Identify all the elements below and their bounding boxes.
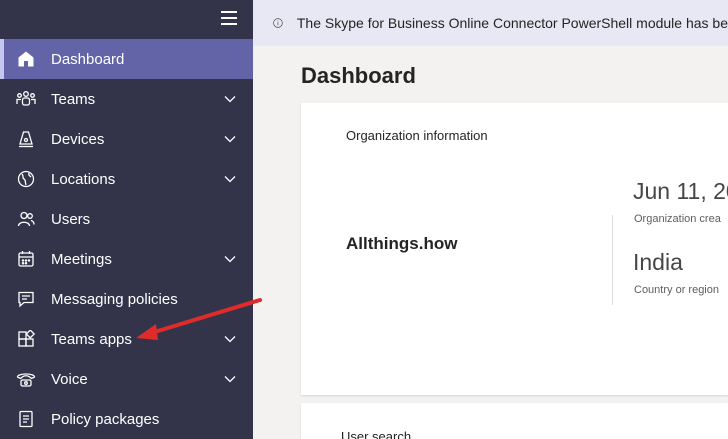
hamburger-menu-icon[interactable] — [221, 11, 237, 27]
banner-message: The Skype for Business Online Connector … — [296, 15, 728, 31]
chat-icon — [16, 289, 36, 309]
card-divider — [612, 215, 613, 305]
page-title: Dashboard — [301, 63, 416, 88]
sidebar-item-devices[interactable]: Devices — [0, 119, 253, 159]
calendar-icon — [16, 249, 36, 269]
apps-icon — [16, 329, 36, 349]
organization-created-label: Organization crea — [634, 213, 721, 225]
sidebar-item-label: Teams apps — [51, 330, 132, 348]
sidebar-item-label: Policy packages — [51, 410, 160, 428]
phone-icon — [16, 369, 36, 389]
teams-icon — [16, 89, 36, 109]
package-icon — [16, 409, 36, 429]
devices-icon — [16, 129, 36, 149]
sidebar-item-label: Devices — [51, 130, 105, 148]
sidebar-item-label: Teams — [51, 90, 96, 108]
sidebar-item-meetings[interactable]: Meetings — [0, 239, 253, 279]
sidebar-item-teams[interactable]: Teams — [0, 79, 253, 119]
sidebar-item-voice[interactable]: Voice — [0, 359, 253, 399]
sidebar-item-label: Locations — [51, 170, 116, 188]
sidebar-item-policy-packages[interactable]: Policy packages — [0, 399, 253, 439]
sidebar-item-messaging-policies[interactable]: Messaging policies — [0, 279, 253, 319]
sidebar-item-label: Voice — [51, 370, 88, 388]
sidebar-header — [0, 0, 253, 39]
chevron-down-icon[interactable] — [223, 172, 237, 186]
info-icon — [273, 18, 283, 28]
sidebar-item-locations[interactable]: Locations — [0, 159, 253, 199]
users-icon — [16, 209, 36, 229]
globe-icon — [16, 169, 36, 189]
chevron-down-icon[interactable] — [223, 372, 237, 386]
chevron-down-icon[interactable] — [223, 92, 237, 106]
sidebar-item-label: Messaging policies — [51, 290, 178, 308]
country-label: Country or region — [634, 284, 719, 296]
sidebar-item-teams-apps[interactable]: Teams apps — [0, 319, 253, 359]
chevron-down-icon[interactable] — [223, 332, 237, 346]
notification-banner: The Skype for Business Online Connector … — [253, 0, 728, 46]
card-title: User search — [341, 429, 412, 439]
sidebar-item-users[interactable]: Users — [0, 199, 253, 239]
sidebar-item-label: Dashboard — [51, 50, 125, 68]
sidebar-item-label: Users — [51, 210, 91, 228]
country-value: India — [633, 249, 683, 275]
home-icon — [16, 49, 36, 69]
chevron-down-icon[interactable] — [223, 132, 237, 146]
organization-name: Allthings.how — [346, 234, 458, 253]
sidebar-item-label: Meetings — [51, 250, 112, 268]
chevron-down-icon[interactable] — [223, 252, 237, 266]
card-title: Organization information — [346, 128, 488, 143]
user-search-card: User search — [301, 403, 728, 439]
left-nav-sidebar: Dashboard Teams Devices Locations Users … — [0, 0, 253, 439]
organization-created-date: Jun 11, 20 — [633, 178, 728, 204]
sidebar-item-dashboard[interactable]: Dashboard — [0, 39, 253, 79]
organization-info-card: Organization information Allthings.how J… — [301, 103, 728, 395]
